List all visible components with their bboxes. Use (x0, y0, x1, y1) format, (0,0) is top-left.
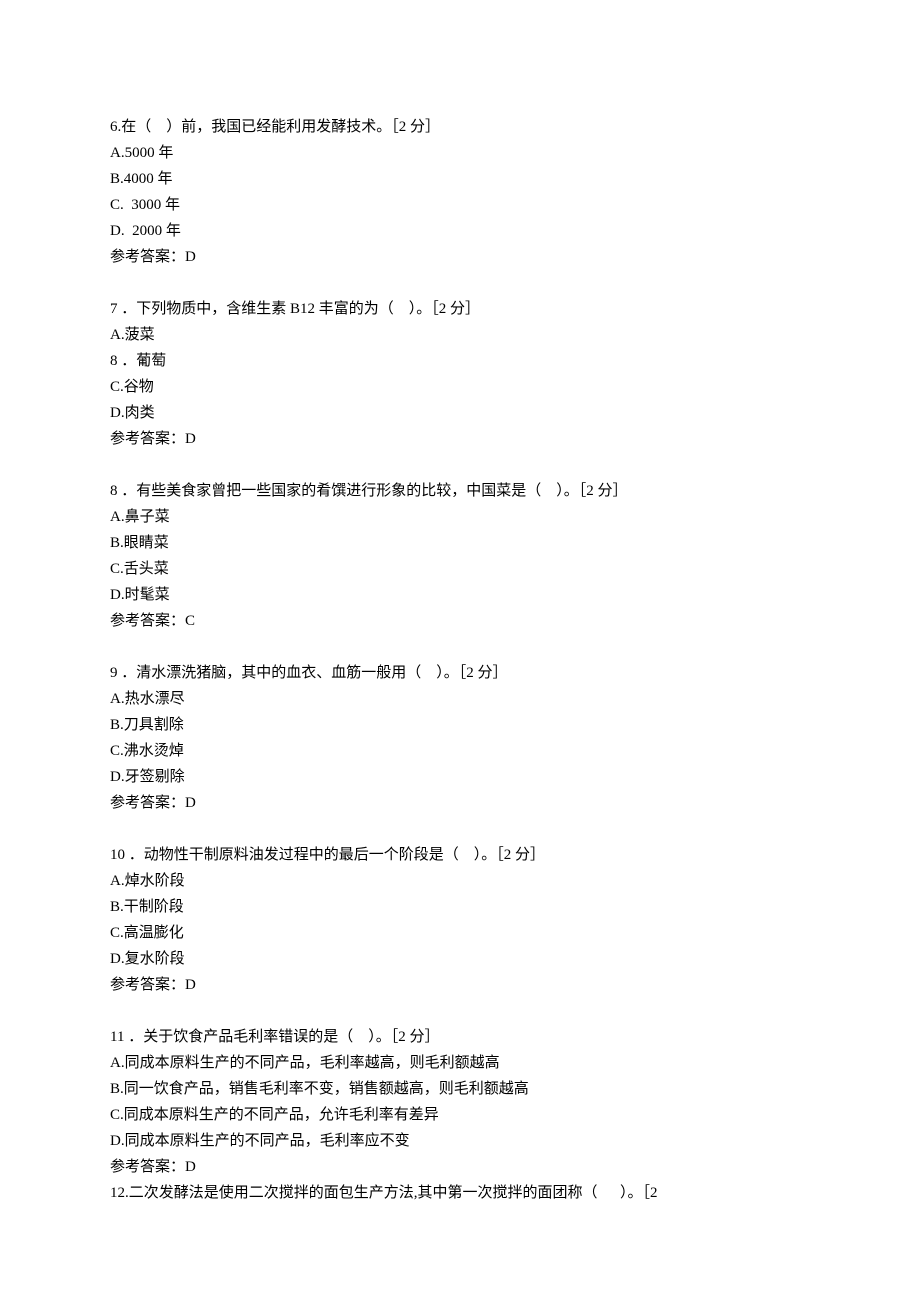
question-answer: 参考答案：D (110, 790, 810, 816)
question-option: C.沸水烫焯 (110, 738, 810, 764)
question-stem: 7 ．下列物质中，含维生素 B12 丰富的为（ ）。［2 分］ (110, 296, 810, 322)
question-block-10: 10 ．动物性干制原料油发过程中的最后一个阶段是（ ）。［2 分］ A.焯水阶段… (110, 842, 810, 998)
question-stem: 6.在（ ）前，我国已经能利用发酵技术。［2 分］ (110, 114, 810, 140)
question-option: D. 2000 年 (110, 218, 810, 244)
question-option: B.眼睛菜 (110, 530, 810, 556)
question-option: B.干制阶段 (110, 894, 810, 920)
question-option: A.焯水阶段 (110, 868, 810, 894)
question-option: D.同成本原料生产的不同产品，毛利率应不变 (110, 1128, 810, 1154)
question-option: D.肉类 (110, 400, 810, 426)
question-answer: 参考答案：D (110, 1154, 810, 1180)
question-stem: 9 ．清水漂洗猪脑，其中的血衣、血筋一般用（ ）。［2 分］ (110, 660, 810, 686)
question-option: D.时髦菜 (110, 582, 810, 608)
question-stem: 8 ．有些美食家曾把一些国家的肴馔进行形象的比较，中国菜是（ ）。［2 分］ (110, 478, 810, 504)
question-stem-partial: 12.二次发酵法是使用二次搅拌的面包生产方法,其中第一次搅拌的面团称（ ）。［2 (110, 1180, 810, 1206)
question-option: B.同一饮食产品，销售毛利率不变，销售额越高，则毛利额越高 (110, 1076, 810, 1102)
question-option: A.热水漂尽 (110, 686, 810, 712)
question-answer: 参考答案：D (110, 426, 810, 452)
question-option: C.舌头菜 (110, 556, 810, 582)
question-option: C.谷物 (110, 374, 810, 400)
question-option: A.5000 年 (110, 140, 810, 166)
question-option: D.牙签剔除 (110, 764, 810, 790)
question-answer: 参考答案：C (110, 608, 810, 634)
question-option: C.高温膨化 (110, 920, 810, 946)
question-block-11: 11 ．关于饮食产品毛利率错误的是（ ）。［2 分］ A.同成本原料生产的不同产… (110, 1024, 810, 1206)
question-block-7: 7 ．下列物质中，含维生素 B12 丰富的为（ ）。［2 分］ A.菠菜 8 ．… (110, 296, 810, 452)
question-option: D.复水阶段 (110, 946, 810, 972)
question-option: B.4000 年 (110, 166, 810, 192)
question-option: B.刀具割除 (110, 712, 810, 738)
question-answer: 参考答案：D (110, 972, 810, 998)
question-answer: 参考答案：D (110, 244, 810, 270)
question-option: 8 ．葡萄 (110, 348, 810, 374)
document-page: 6.在（ ）前，我国已经能利用发酵技术。［2 分］ A.5000 年 B.400… (0, 0, 920, 1301)
question-block-9: 9 ．清水漂洗猪脑，其中的血衣、血筋一般用（ ）。［2 分］ A.热水漂尽 B.… (110, 660, 810, 816)
question-block-8: 8 ．有些美食家曾把一些国家的肴馔进行形象的比较，中国菜是（ ）。［2 分］ A… (110, 478, 810, 634)
question-block-6: 6.在（ ）前，我国已经能利用发酵技术。［2 分］ A.5000 年 B.400… (110, 114, 810, 270)
question-stem: 10 ．动物性干制原料油发过程中的最后一个阶段是（ ）。［2 分］ (110, 842, 810, 868)
question-option: A.菠菜 (110, 322, 810, 348)
question-stem: 11 ．关于饮食产品毛利率错误的是（ ）。［2 分］ (110, 1024, 810, 1050)
question-option: A.鼻子菜 (110, 504, 810, 530)
question-option: C. 3000 年 (110, 192, 810, 218)
question-option: A.同成本原料生产的不同产品，毛利率越高，则毛利额越高 (110, 1050, 810, 1076)
question-option: C.同成本原料生产的不同产品，允许毛利率有差异 (110, 1102, 810, 1128)
